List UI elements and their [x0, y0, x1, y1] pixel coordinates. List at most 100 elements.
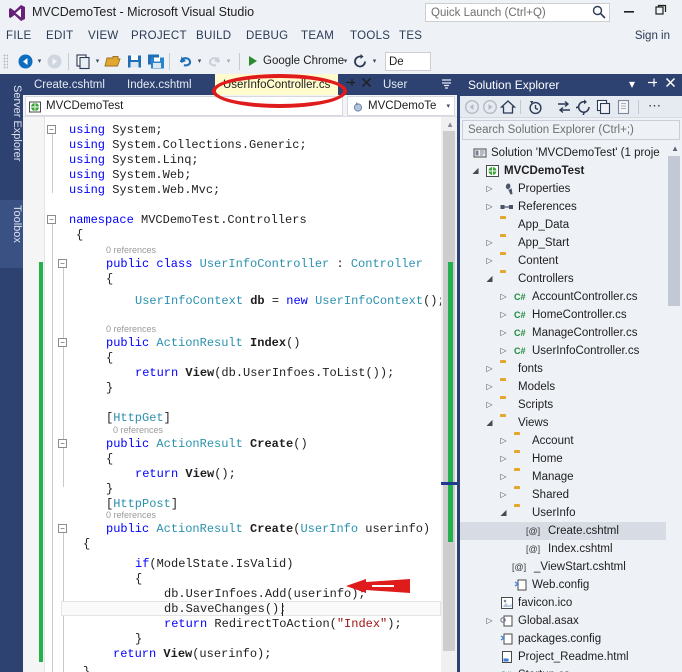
tree-item-app-data[interactable]: App_Data — [460, 216, 666, 234]
tree-item-startup-cs[interactable]: ▷ C# Startup.cs — [460, 666, 666, 672]
fold-toggle-class[interactable]: − — [58, 259, 67, 268]
refresh-dropdown[interactable]: ▾ — [371, 58, 378, 65]
twisty-collapsed-icon[interactable]: ▷ — [484, 612, 495, 630]
fold-toggle-create-post[interactable]: − — [58, 524, 67, 533]
menu-project[interactable]: PROJECT — [131, 30, 187, 42]
undo-icon[interactable] — [177, 53, 194, 70]
solution-tree[interactable]: Solution 'MVCDemoTest' (1 proje ◢ MVCDem… — [460, 142, 682, 672]
search-icon[interactable] — [592, 5, 606, 19]
twisty-expanded-icon[interactable]: ◢ — [484, 414, 495, 432]
sidebar-item-server-explorer[interactable]: Server Explorer — [0, 80, 23, 190]
twisty-collapsed-icon[interactable]: ▷ — [484, 198, 495, 216]
tree-item-project-readme-html[interactable]: Project_Readme.html — [460, 648, 666, 666]
save-all-icon[interactable] — [147, 53, 164, 70]
open-file-icon[interactable] — [104, 53, 121, 70]
twisty-collapsed-icon[interactable]: ▷ — [498, 306, 509, 324]
navigate-back-icon[interactable] — [464, 99, 480, 115]
tree-item-favicon-ico[interactable]: favicon.ico — [460, 594, 666, 612]
undo-dropdown[interactable]: ▾ — [196, 58, 203, 65]
twisty-collapsed-icon[interactable]: ▷ — [498, 342, 509, 360]
tree-item-views-account[interactable]: ▷ Account — [460, 432, 666, 450]
menu-file[interactable]: FILE — [6, 30, 32, 42]
tree-item-web-config[interactable]: Web.config — [460, 576, 666, 594]
fold-toggle-create-get[interactable]: − — [58, 439, 67, 448]
restore-button[interactable] — [652, 4, 670, 20]
codelens-references[interactable]: 0 references — [106, 245, 156, 256]
menu-build[interactable]: BUILD — [196, 30, 231, 42]
menu-view[interactable]: VIEW — [88, 30, 119, 42]
twisty-collapsed-icon[interactable]: ▷ — [498, 450, 509, 468]
chevron-down-icon[interactable]: ▾ — [625, 77, 639, 92]
quick-launch-input[interactable]: Quick Launch (Ctrl+Q) — [425, 3, 610, 22]
tree-item-viewstart-cshtml[interactable]: [@] _ViewStart.cshtml — [460, 558, 666, 576]
pending-changes-icon[interactable] — [527, 99, 543, 115]
tree-item-index-cshtml[interactable]: [@] Index.cshtml — [460, 540, 666, 558]
sidebar-item-toolbox[interactable]: Toolbox — [0, 200, 23, 268]
fold-toggle-index-method[interactable]: − — [58, 338, 67, 347]
solution-explorer-scrollbar[interactable]: ▲ — [666, 142, 682, 672]
minimize-button[interactable] — [620, 4, 638, 20]
navbar-project-combo[interactable]: MVCDemoTest — [25, 96, 343, 116]
navigate-back-icon[interactable] — [17, 53, 34, 70]
tree-item-views-home[interactable]: ▷ Home — [460, 450, 666, 468]
twisty-collapsed-icon[interactable]: ▷ — [484, 378, 495, 396]
menu-debug[interactable]: DEBUG — [246, 30, 288, 42]
tree-item-project[interactable]: ◢ MVCDemoTest — [460, 162, 666, 180]
tree-item-scripts[interactable]: ▷ Scripts — [460, 396, 666, 414]
twisty-collapsed-icon[interactable]: ▷ — [484, 360, 495, 378]
tree-item-content[interactable]: ▷ Content — [460, 252, 666, 270]
tree-item-homecontroller-cs[interactable]: ▷ C# HomeController.cs — [460, 306, 666, 324]
solution-config-combo[interactable]: De — [385, 52, 431, 71]
navigate-forward-icon[interactable] — [482, 99, 498, 115]
menu-tools[interactable]: TOOLS — [350, 30, 390, 42]
tree-item-controllers[interactable]: ◢ Controllers — [460, 270, 666, 288]
outlining-margin[interactable] — [46, 117, 60, 672]
sync-with-active-document-icon[interactable] — [556, 99, 572, 115]
twisty-expanded-icon[interactable]: ◢ — [484, 270, 495, 288]
redo-dropdown[interactable]: ▾ — [225, 58, 232, 65]
tree-item-userinfocontroller-cs[interactable]: ▷ C# UserInfoController.cs — [460, 342, 666, 360]
navigate-forward-icon[interactable] — [46, 53, 63, 70]
twisty-expanded-icon[interactable]: ◢ — [498, 504, 509, 522]
twisty-collapsed-icon[interactable]: ▷ — [498, 468, 509, 486]
menu-test[interactable]: TES — [399, 30, 422, 42]
editor-vertical-scrollbar[interactable]: ▲ — [441, 117, 457, 672]
twisty-collapsed-icon[interactable]: ▷ — [484, 252, 495, 270]
tree-item-views-shared[interactable]: ▷ Shared — [460, 486, 666, 504]
tab-userinfocontroller-cs[interactable]: UserInfoController.cs — [215, 74, 339, 95]
refresh-icon[interactable] — [576, 99, 592, 115]
navbar-type-combo[interactable]: MVCDemoTe ▾ — [347, 96, 455, 116]
tree-item-packages-config[interactable]: packages.config — [460, 630, 666, 648]
new-project-dropdown[interactable]: ▾ — [94, 58, 101, 65]
search-input[interactable]: Search Solution Explorer (Ctrl+;) — [462, 120, 680, 140]
twisty-collapsed-icon[interactable]: ▷ — [498, 486, 509, 504]
menu-team[interactable]: TEAM — [301, 30, 334, 42]
sign-in-button[interactable]: Sign in — [635, 30, 670, 42]
start-debug-label[interactable]: Google Chrome — [263, 55, 344, 67]
tree-item-properties[interactable]: ▷ Properties — [460, 180, 666, 198]
start-debug-dropdown[interactable]: ▾ — [342, 58, 349, 65]
tree-item-create-cshtml[interactable]: [@] Create.cshtml — [460, 522, 666, 540]
navigate-back-dropdown[interactable]: ▾ — [36, 58, 43, 65]
twisty-expanded-icon[interactable]: ◢ — [470, 162, 481, 180]
show-all-files-icon[interactable] — [616, 99, 632, 115]
collapse-all-icon[interactable] — [596, 99, 612, 115]
codelens-references[interactable]: 0 references — [106, 510, 156, 521]
menu-edit[interactable]: EDIT — [46, 30, 73, 42]
close-icon[interactable] — [360, 77, 373, 91]
tab-create-cshtml[interactable]: Create.cshtml — [26, 74, 113, 95]
redo-icon[interactable] — [206, 53, 223, 70]
tree-item-app-start[interactable]: ▷ App_Start — [460, 234, 666, 252]
tree-item-views-manage[interactable]: ▷ Manage — [460, 468, 666, 486]
tab-overflow-icon[interactable] — [440, 77, 453, 93]
codelens-references[interactable]: 0 references — [106, 324, 156, 335]
twisty-collapsed-icon[interactable]: ▷ — [498, 324, 509, 342]
home-icon[interactable] — [500, 99, 516, 115]
tab-user-partial[interactable]: User — [375, 74, 415, 95]
refresh-icon[interactable] — [352, 53, 369, 70]
fold-toggle-namespace[interactable]: − — [47, 215, 56, 224]
twisty-collapsed-icon[interactable]: ▷ — [484, 396, 495, 414]
tree-item-views-userinfo[interactable]: ◢ UserInfo — [460, 504, 666, 522]
tab-index-cshtml[interactable]: Index.cshtml — [119, 74, 200, 95]
twisty-collapsed-icon[interactable]: ▷ — [498, 288, 509, 306]
